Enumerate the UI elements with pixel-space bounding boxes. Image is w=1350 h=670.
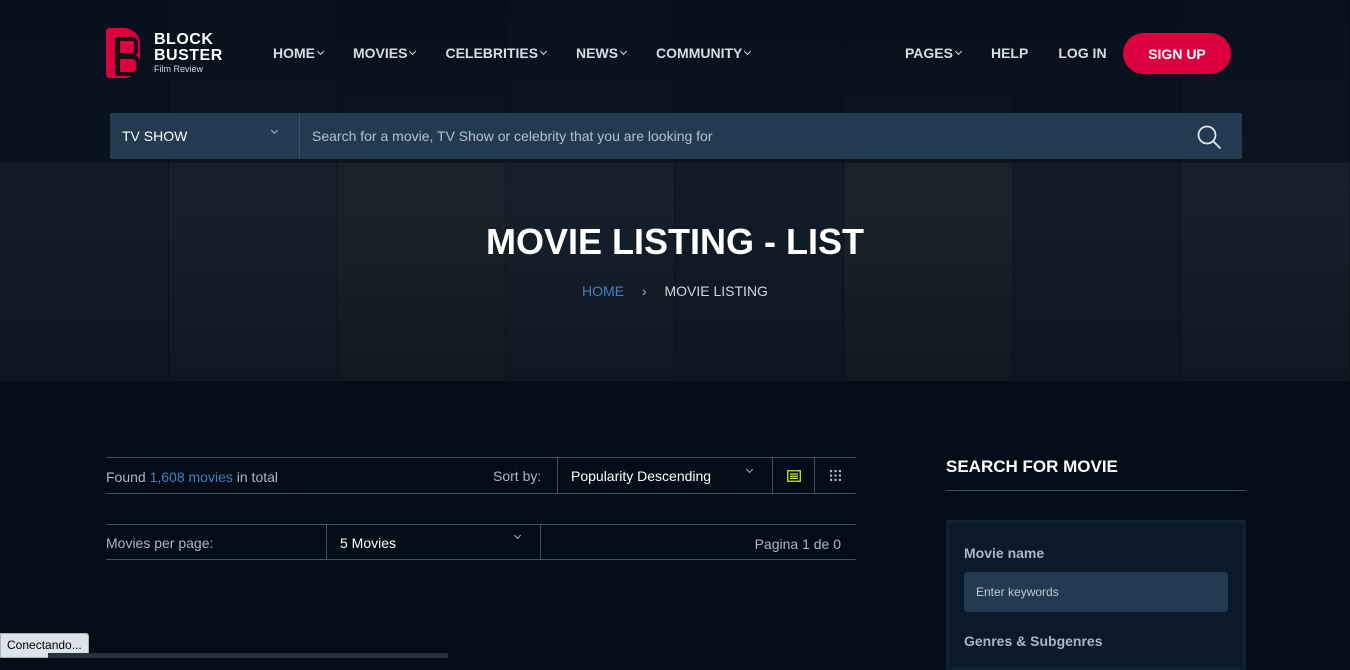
listing-topbar: Found 1,608 movies in total Sort by: Pop… [106,457,856,494]
search-input[interactable] [300,113,1242,159]
genres-label: Genres & Subgenres [964,633,1103,649]
list-view-button[interactable] [772,458,814,493]
sidebar-divider [946,490,1246,491]
main-nav: HOME MOVIES CELEBRITIES NEWS COMMUNITY [273,45,780,61]
signup-button[interactable]: SIGN UP [1123,33,1231,74]
secondary-nav: PAGES HELP LOG IN [905,45,1137,61]
site-logo[interactable]: BLOCK BUSTER Film Review [106,28,223,78]
chevron-down-icon [270,126,279,135]
page-title: MOVIE LISTING - LIST [486,221,864,262]
logo-b-icon [106,28,140,78]
chevron-down-icon [745,465,754,474]
chevron-down-icon [409,47,417,55]
pagination-bar: Movies per page: 5 Movies Pagina 1 de 0 [106,524,856,560]
chevron-down-icon [513,531,522,540]
sidebar-title: SEARCH FOR MOVIE [946,457,1118,476]
chevron-down-icon [316,47,325,55]
chevron-down-icon [540,47,548,55]
nav-login[interactable]: LOG IN [1058,45,1106,61]
list-view-icon [786,469,801,482]
search-type-value: TV SHOW [122,128,188,144]
results-count-number: 1,608 movies [149,469,233,485]
chevron-down-icon [954,47,963,55]
per-page-value: 5 Movies [340,535,397,551]
search-type-select[interactable]: TV SHOW [110,113,300,159]
breadcrumb: HOME › MOVIE LISTING [0,283,1350,299]
nav-celebrities[interactable]: CELEBRITIES [445,45,548,61]
breadcrumb-home-link[interactable]: HOME [582,283,624,299]
per-page-label: Movies per page: [106,535,214,551]
nav-news[interactable]: NEWS [576,45,628,61]
nav-community[interactable]: COMMUNITY [656,45,752,61]
movie-search-form: Movie name Genres & Subgenres [946,520,1246,670]
grid-view-icon [830,470,841,481]
nav-home[interactable]: HOME [273,45,325,61]
per-page-select[interactable]: 5 Movies [326,525,541,559]
chevron-right-icon: › [641,283,647,299]
logo-tagline: Film Review [154,64,204,74]
movie-name-label: Movie name [964,545,1045,561]
page-indicator: Pagina 1 de 0 [754,536,841,552]
search-bar: TV SHOW [110,113,1242,159]
search-icon[interactable] [1196,124,1222,150]
nav-pages[interactable]: PAGES [905,45,963,61]
chevron-down-icon [620,47,628,55]
results-count: Found 1,608 movies in total [106,469,279,485]
logo-line2: BUSTER [154,47,223,64]
keywords-input[interactable] [964,572,1228,612]
chevron-down-icon [744,47,752,55]
sort-select[interactable]: Popularity Descending [557,458,772,493]
breadcrumb-current: MOVIE LISTING [664,283,768,299]
browser-bottom-bar [48,653,448,658]
grid-view-button[interactable] [814,458,856,493]
nav-movies[interactable]: MOVIES [353,45,417,61]
logo-line1: BLOCK [154,31,214,48]
nav-help[interactable]: HELP [991,45,1028,61]
sort-label: Sort by: [493,468,542,484]
sort-value: Popularity Descending [571,468,712,484]
